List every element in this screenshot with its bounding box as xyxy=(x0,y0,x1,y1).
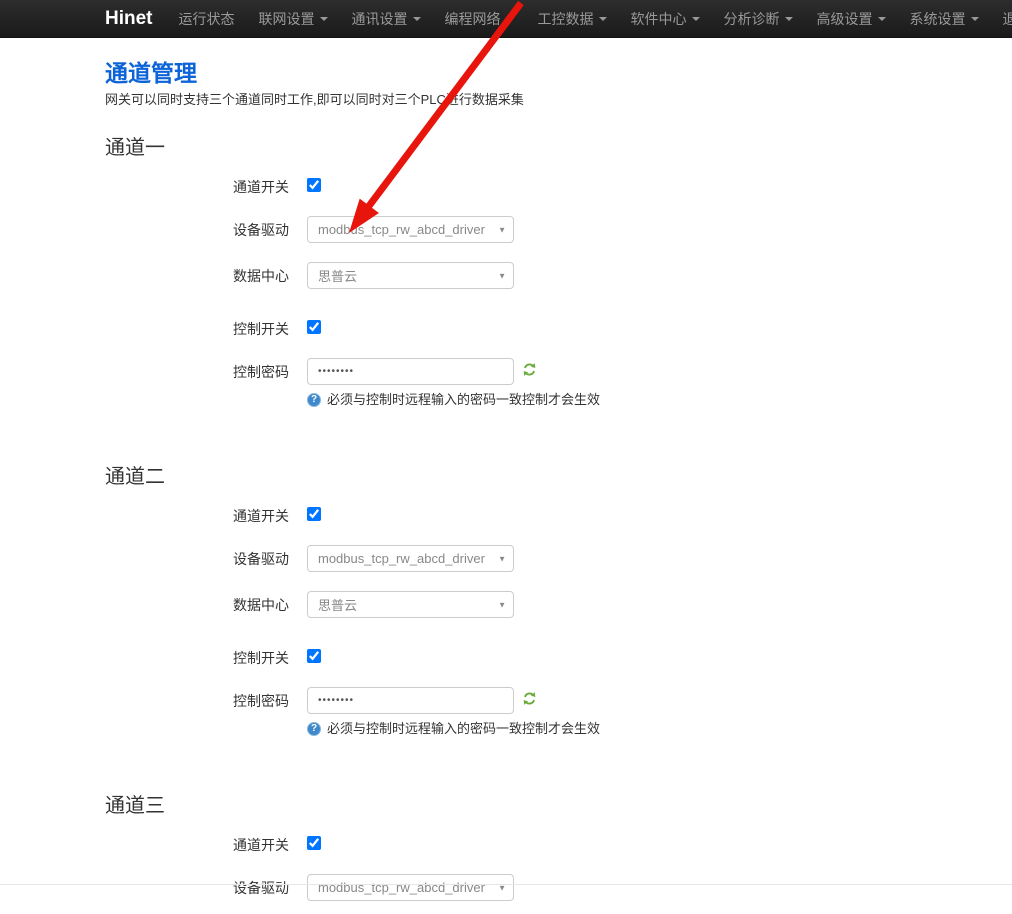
nav-item-label: 工控数据 xyxy=(538,0,594,38)
help-icon: ? xyxy=(307,393,321,407)
nav-item-system-settings[interactable]: 系统设置 xyxy=(898,0,991,38)
device-driver-select[interactable]: modbus_tcp_rw_abcd_driver ▼ xyxy=(307,216,514,243)
nav-item-programming-network[interactable]: 编程网络 xyxy=(433,0,526,38)
control-switch-label: 控制开关 xyxy=(105,644,289,668)
control-password-row: 控制密码 ? xyxy=(105,687,1012,738)
nav-item-comm-settings[interactable]: 通讯设置 xyxy=(340,0,433,38)
device-driver-select[interactable]: modbus_tcp_rw_abcd_driver ▼ xyxy=(307,874,514,901)
nav-item-run-status[interactable]: 运行状态 xyxy=(167,0,247,38)
select-value: modbus_tcp_rw_abcd_driver xyxy=(318,880,485,895)
top-navbar: Hinet 运行状态 联网设置 通讯设置 编程网络 工控数据 软件中心 分析诊断… xyxy=(0,0,1012,38)
caret-down-icon xyxy=(692,17,700,21)
data-center-select[interactable]: 思普云 ▼ xyxy=(307,591,514,618)
channel-switch-row: 通道开关 xyxy=(105,831,1012,855)
device-driver-row: 设备驱动 modbus_tcp_rw_abcd_driver ▼ xyxy=(105,216,1012,243)
channel-switch-label: 通道开关 xyxy=(105,173,289,197)
brand-logo[interactable]: Hinet xyxy=(105,0,153,38)
control-password-input[interactable] xyxy=(307,358,514,385)
nav-item-label: 联网设置 xyxy=(259,0,315,38)
nav-item-software-center[interactable]: 软件中心 xyxy=(619,0,712,38)
password-help: ? 必须与控制时远程输入的密码一致控制才会生效 xyxy=(307,720,600,738)
select-value: 思普云 xyxy=(318,595,357,614)
channel-switch-checkbox[interactable] xyxy=(307,507,321,521)
channel-switch-row: 通道开关 xyxy=(105,502,1012,526)
control-switch-row: 控制开关 xyxy=(105,315,1012,339)
caret-down-icon xyxy=(785,17,793,21)
channel-heading: 通道一 xyxy=(105,136,1012,160)
device-driver-row: 设备驱动 modbus_tcp_rw_abcd_driver ▼ xyxy=(105,545,1012,572)
device-driver-label: 设备驱动 xyxy=(105,216,289,240)
select-caret-icon: ▼ xyxy=(498,225,506,234)
select-value: 思普云 xyxy=(318,266,357,285)
control-switch-checkbox[interactable] xyxy=(307,320,321,334)
channel-switch-label: 通道开关 xyxy=(105,831,289,855)
refresh-icon[interactable] xyxy=(522,362,537,382)
caret-down-icon xyxy=(506,17,514,21)
channel-switch-checkbox[interactable] xyxy=(307,836,321,850)
select-caret-icon: ▼ xyxy=(498,271,506,280)
nav-item-analysis-diagnosis[interactable]: 分析诊断 xyxy=(712,0,805,38)
device-driver-row: 设备驱动 modbus_tcp_rw_abcd_driver ▼ xyxy=(105,874,1012,901)
channel-switch-label: 通道开关 xyxy=(105,502,289,526)
caret-down-icon xyxy=(878,17,886,21)
control-switch-checkbox[interactable] xyxy=(307,649,321,663)
nav-item-label: 编程网络 xyxy=(445,0,501,38)
caret-down-icon xyxy=(971,17,979,21)
data-center-row: 数据中心 思普云 ▼ xyxy=(105,262,1012,289)
data-center-row: 数据中心 思普云 ▼ xyxy=(105,591,1012,618)
device-driver-label: 设备驱动 xyxy=(105,545,289,569)
caret-down-icon xyxy=(413,17,421,21)
channel-heading: 通道二 xyxy=(105,465,1012,489)
data-center-select[interactable]: 思普云 ▼ xyxy=(307,262,514,289)
device-driver-label: 设备驱动 xyxy=(105,874,289,898)
nav-item-network-settings[interactable]: 联网设置 xyxy=(247,0,340,38)
channel-heading: 通道三 xyxy=(105,794,1012,818)
channel-switch-row: 通道开关 xyxy=(105,173,1012,197)
data-center-label: 数据中心 xyxy=(105,591,289,615)
nav-item-label: 运行状态 xyxy=(179,0,235,38)
nav-item-label: 退出 xyxy=(1003,0,1012,38)
control-password-row: 控制密码 ? xyxy=(105,358,1012,409)
caret-down-icon xyxy=(320,17,328,21)
select-caret-icon: ▼ xyxy=(498,554,506,563)
bottom-divider xyxy=(0,884,1012,885)
nav-item-label: 分析诊断 xyxy=(724,0,780,38)
help-icon: ? xyxy=(307,722,321,736)
page-subtitle: 网关可以同时支持三个通道同时工作,即可以同时对三个PLC进行数据采集 xyxy=(105,92,1012,108)
control-password-input[interactable] xyxy=(307,687,514,714)
nav-item-label: 高级设置 xyxy=(817,0,873,38)
nav-item-logout[interactable]: 退出 xyxy=(991,0,1012,38)
password-help: ? 必须与控制时远程输入的密码一致控制才会生效 xyxy=(307,391,600,409)
password-help-text: 必须与控制时远程输入的密码一致控制才会生效 xyxy=(327,391,600,409)
main-content: 通道管理 网关可以同时支持三个通道同时工作,即可以同时对三个PLC进行数据采集 … xyxy=(0,60,1012,901)
control-switch-label: 控制开关 xyxy=(105,315,289,339)
select-value: modbus_tcp_rw_abcd_driver xyxy=(318,222,485,237)
nav-item-label: 系统设置 xyxy=(910,0,966,38)
page-title: 通道管理 xyxy=(105,60,1012,86)
nav-item-industrial-data[interactable]: 工控数据 xyxy=(526,0,619,38)
control-password-label: 控制密码 xyxy=(105,687,289,711)
caret-down-icon xyxy=(599,17,607,21)
nav-item-label: 软件中心 xyxy=(631,0,687,38)
control-switch-row: 控制开关 xyxy=(105,644,1012,668)
select-caret-icon: ▼ xyxy=(498,600,506,609)
refresh-icon[interactable] xyxy=(522,691,537,711)
channel-section-1: 通道一 通道开关 设备驱动 modbus_tcp_rw_abcd_driver … xyxy=(105,136,1012,409)
password-help-text: 必须与控制时远程输入的密码一致控制才会生效 xyxy=(327,720,600,738)
device-driver-select[interactable]: modbus_tcp_rw_abcd_driver ▼ xyxy=(307,545,514,572)
channel-switch-checkbox[interactable] xyxy=(307,178,321,192)
channel-section-2: 通道二 通道开关 设备驱动 modbus_tcp_rw_abcd_driver … xyxy=(105,465,1012,738)
nav-item-advanced-settings[interactable]: 高级设置 xyxy=(805,0,898,38)
control-password-label: 控制密码 xyxy=(105,358,289,382)
select-value: modbus_tcp_rw_abcd_driver xyxy=(318,551,485,566)
nav-item-label: 通讯设置 xyxy=(352,0,408,38)
data-center-label: 数据中心 xyxy=(105,262,289,286)
